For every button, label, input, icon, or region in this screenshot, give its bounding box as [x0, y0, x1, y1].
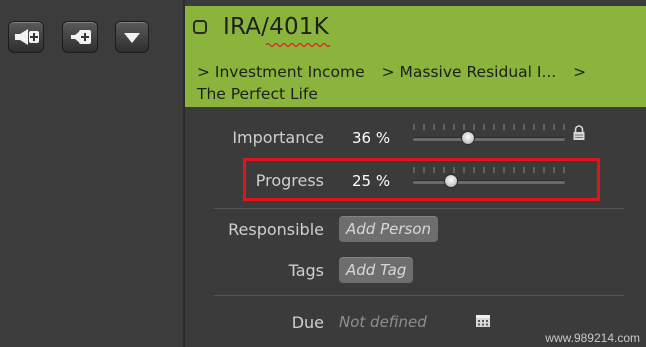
- highlight-box: [243, 158, 600, 201]
- breadcrumb-item[interactable]: > Investment Income: [197, 63, 365, 81]
- spellcheck-underline: [266, 42, 330, 48]
- add-person-button[interactable]: Add Person: [339, 216, 439, 242]
- section-divider: [214, 208, 624, 209]
- task-checkbox[interactable]: [193, 20, 207, 34]
- importance-label: Importance: [232, 128, 324, 147]
- add-megaphone-button[interactable]: [8, 21, 44, 53]
- watermark: www.989214.com: [545, 331, 640, 345]
- add-tag-button[interactable]: Add Tag: [339, 257, 414, 283]
- section-divider: [214, 295, 624, 296]
- chevron-down-icon: [124, 33, 140, 43]
- importance-value: 36 %: [352, 129, 391, 147]
- tags-label: Tags: [288, 261, 324, 280]
- breadcrumb: > Investment Income > Massive Residual I…: [197, 61, 617, 105]
- responsible-label: Responsible: [228, 220, 324, 239]
- add-megaphone-icon: [15, 29, 39, 45]
- breadcrumb-item: >: [573, 63, 587, 81]
- add-task-button[interactable]: [62, 21, 98, 53]
- lock-icon[interactable]: [572, 125, 586, 141]
- breadcrumb-item[interactable]: The Perfect Life: [197, 85, 318, 103]
- due-label: Due: [291, 313, 324, 332]
- dropdown-button[interactable]: [115, 21, 149, 53]
- calendar-icon[interactable]: [475, 314, 491, 328]
- importance-slider-thumb[interactable]: [460, 131, 475, 145]
- add-task-icon: [71, 30, 91, 44]
- importance-slider[interactable]: [413, 123, 565, 149]
- task-title[interactable]: IRA/401K: [223, 14, 329, 40]
- due-value[interactable]: Not defined: [339, 313, 427, 331]
- breadcrumb-item[interactable]: > Massive Residual I...: [382, 63, 557, 81]
